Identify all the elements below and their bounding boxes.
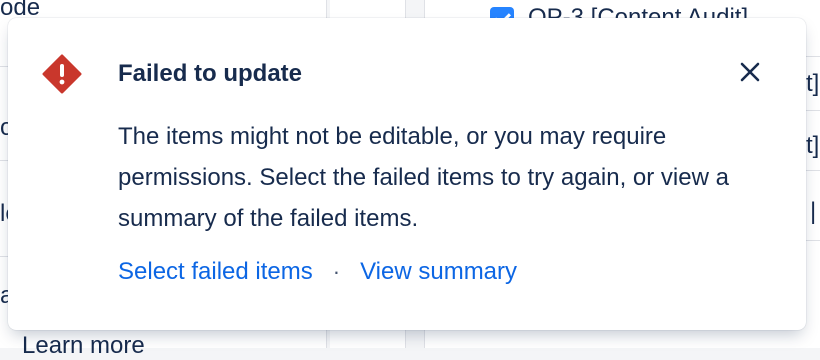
bg-text-fragment: | [810, 198, 817, 225]
close-button[interactable] [732, 56, 768, 92]
select-failed-items-link[interactable]: Select failed items [118, 258, 313, 286]
close-icon [739, 61, 761, 88]
learn-more-link[interactable]: Learn more [22, 332, 145, 360]
flag-title: Failed to update [118, 60, 303, 87]
flag-actions: Select failed items · View summary [118, 258, 517, 286]
bg-text-fragment: t] [806, 70, 820, 97]
action-separator: · [332, 259, 341, 284]
bg-text-fragment: t] [806, 132, 820, 159]
error-flag: Failed to update The items might not be … [8, 18, 806, 330]
view-summary-link[interactable]: View summary [360, 258, 517, 286]
flag-description: The items might not be editable, or you … [118, 123, 729, 232]
error-diamond-icon [42, 54, 82, 94]
